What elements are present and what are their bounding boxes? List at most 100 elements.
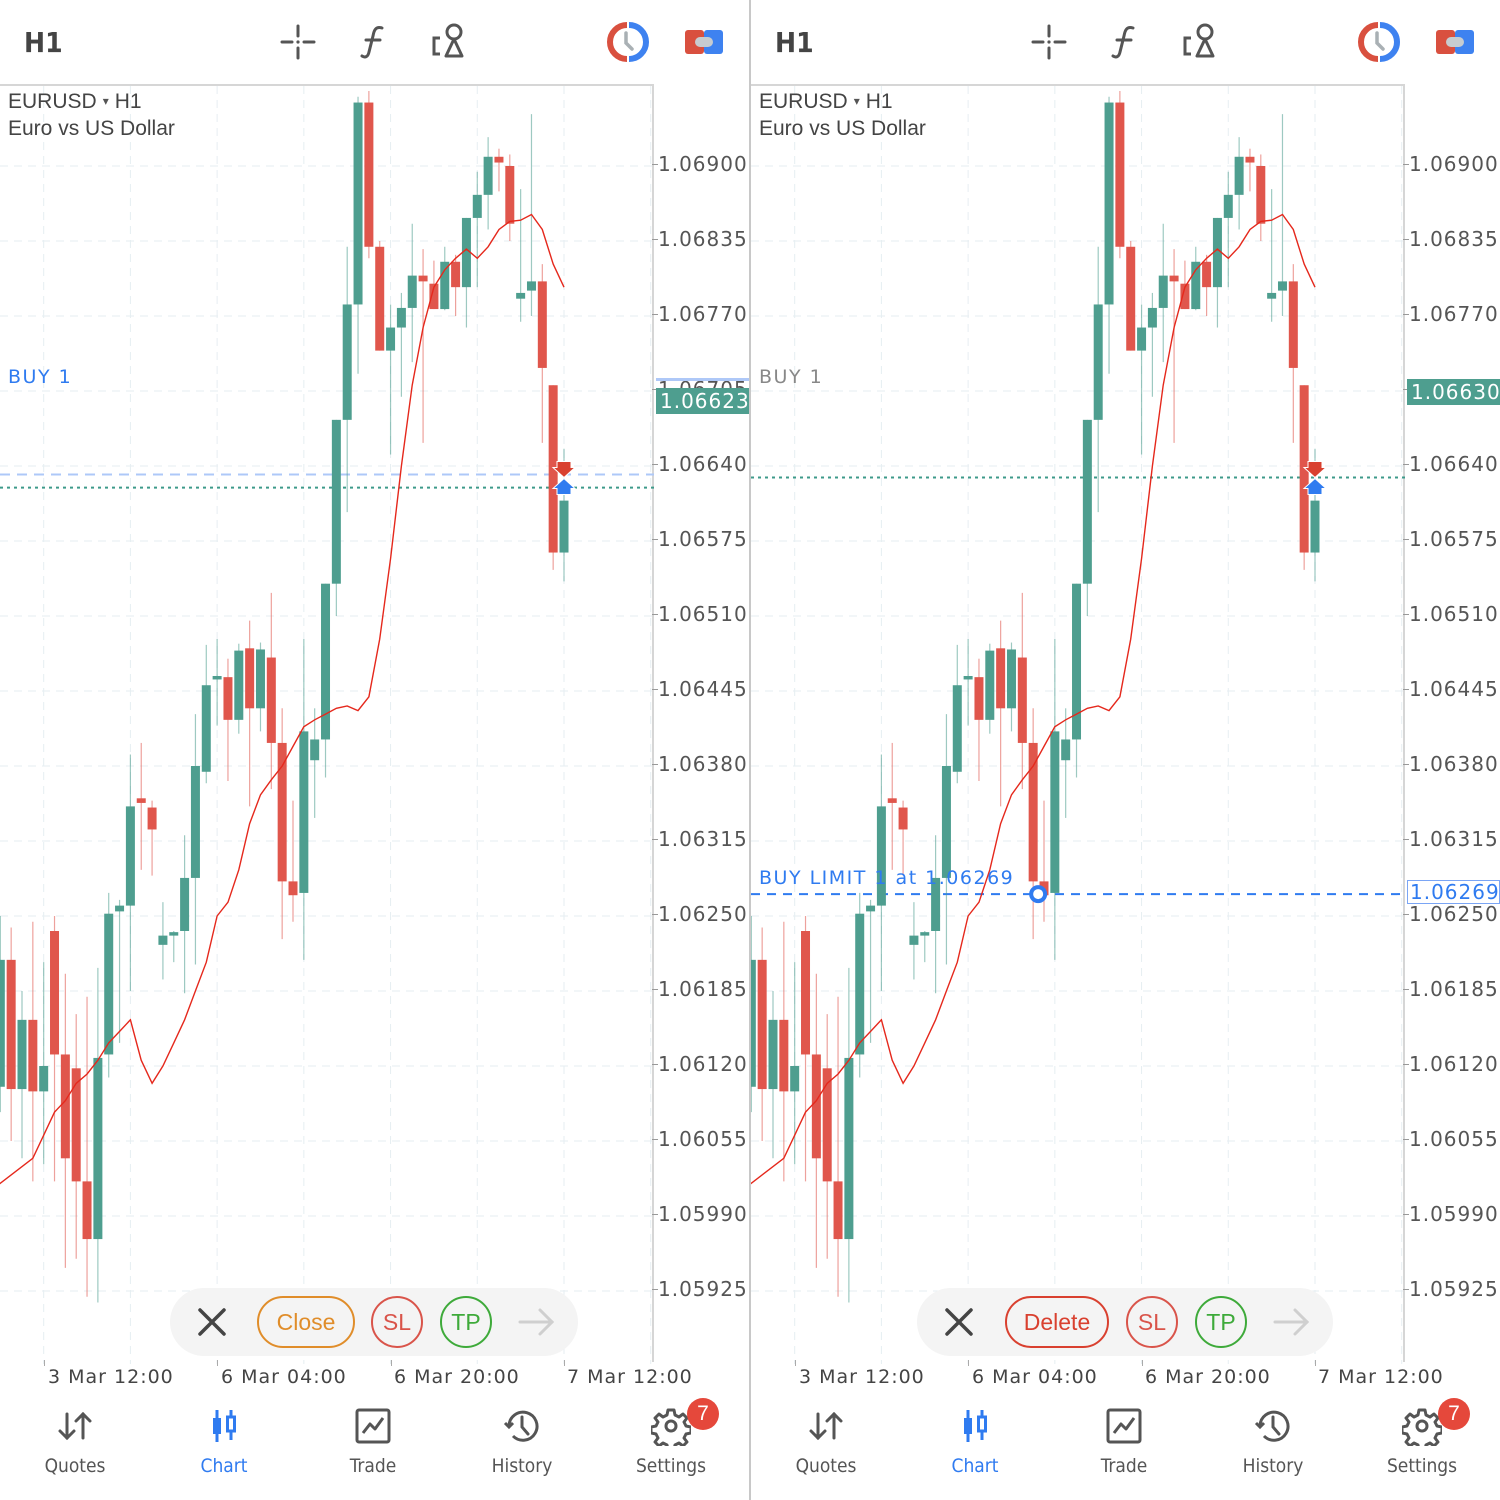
timeframe-button[interactable]: H1 xyxy=(24,26,63,59)
bear-candle xyxy=(548,385,558,570)
time-tick-label: 7 Mar 12:00 xyxy=(1318,1366,1444,1388)
price-axis[interactable] xyxy=(1406,84,1500,1362)
bull-candle xyxy=(17,991,27,1159)
symbol-selector[interactable]: EURUSD ▾ H1 xyxy=(759,90,893,114)
bear-candle xyxy=(245,620,255,807)
crosshair-icon[interactable] xyxy=(276,20,320,64)
nav-tab-label: Quotes xyxy=(795,1455,857,1477)
indicators-f-icon[interactable] xyxy=(352,20,396,64)
nav-tab-label: Quotes xyxy=(44,1455,106,1477)
nav-tab-trade[interactable]: Trade xyxy=(303,1394,443,1494)
objects-icon[interactable] xyxy=(1179,20,1223,64)
close-position-button[interactable]: Close xyxy=(257,1296,355,1348)
chart-window-icon[interactable] xyxy=(1433,20,1477,64)
price-tick-label: 1.06510 xyxy=(1409,602,1499,626)
nav-tab-chart[interactable]: Chart xyxy=(905,1394,1045,1494)
price-tick-mark xyxy=(1403,1214,1409,1215)
price-tick-mark xyxy=(1403,1064,1409,1065)
bear-candle xyxy=(429,260,439,310)
pending-order-label[interactable]: BUY LIMIT 1 at 1.06269 xyxy=(759,867,1014,889)
price-tick-mark xyxy=(652,764,658,765)
close-action-bar-button[interactable] xyxy=(935,1298,983,1346)
bull-candle xyxy=(516,189,526,322)
bottom-navigation: Quotes Chart Trade History Settings 7 xyxy=(0,1394,749,1500)
candle-body xyxy=(855,913,865,1055)
nav-tab-label: History xyxy=(1242,1455,1304,1477)
next-arrow-button[interactable] xyxy=(1267,1298,1315,1346)
dropdown-arrow-icon: ▾ xyxy=(102,94,109,108)
time-tick-label: 6 Mar 04:00 xyxy=(221,1366,347,1388)
bear-candle xyxy=(60,973,70,1268)
position-label[interactable]: BUY 1 xyxy=(8,366,72,388)
bull-candle xyxy=(212,639,222,726)
notification-badge: 7 xyxy=(687,1398,719,1430)
candle-body xyxy=(1169,275,1179,282)
bull-candle xyxy=(866,899,876,1043)
price-tick-label: 1.06055 xyxy=(658,1127,748,1151)
position-label[interactable]: BUY 1 xyxy=(759,366,823,388)
bull-candle xyxy=(768,991,778,1159)
tp-button[interactable]: TP xyxy=(1195,1296,1247,1348)
bull-candle xyxy=(941,714,951,965)
nav-tab-chart[interactable]: Chart xyxy=(154,1394,294,1494)
candle-body xyxy=(974,677,984,720)
candle-body xyxy=(212,676,222,680)
bear-candle xyxy=(136,742,146,870)
position-action-bar: Close SL TP xyxy=(170,1288,578,1356)
price-tick-label: 1.06185 xyxy=(1409,977,1499,1001)
candle-body xyxy=(50,931,60,1055)
time-tick-mark xyxy=(1142,1360,1143,1366)
nav-tab-trade[interactable]: Trade xyxy=(1054,1394,1194,1494)
chart-area[interactable] xyxy=(0,84,654,1364)
one-click-trading-icon[interactable] xyxy=(1357,20,1401,64)
indicators-f-icon[interactable] xyxy=(1103,20,1147,64)
arrow-right-icon xyxy=(1273,1308,1310,1336)
nav-tab-history[interactable]: History xyxy=(1203,1394,1343,1494)
price-tick-label: 1.06055 xyxy=(1409,1127,1499,1151)
nav-tab-label: Trade xyxy=(349,1455,397,1477)
bear-candle xyxy=(974,658,984,781)
bull-candle xyxy=(115,899,125,1043)
one-click-trading-icon[interactable] xyxy=(606,20,650,64)
sl-button[interactable]: SL xyxy=(371,1296,423,1348)
price-tick-label: 1.06900 xyxy=(658,152,748,176)
nav-tab-quotes[interactable]: Quotes xyxy=(756,1394,896,1494)
bull-candle xyxy=(158,902,168,980)
price-tick-label: 1.06120 xyxy=(1409,1052,1499,1076)
delete-order-button[interactable]: Delete xyxy=(1005,1296,1109,1348)
nav-tab-settings[interactable]: Settings 7 xyxy=(601,1394,741,1494)
bear-candle xyxy=(277,708,287,940)
crosshair-icon[interactable] xyxy=(1027,20,1071,64)
bull-candle xyxy=(0,916,5,1113)
chart-area[interactable] xyxy=(751,84,1405,1364)
bear-candle xyxy=(266,592,276,790)
chart-window-icon[interactable] xyxy=(682,20,726,64)
candle-body xyxy=(190,766,200,878)
price-tick-label: 1.06770 xyxy=(658,302,748,326)
price-tick-label: 1.06510 xyxy=(658,602,748,626)
nav-tab-quotes[interactable]: Quotes xyxy=(5,1394,145,1494)
timeframe-button[interactable]: H1 xyxy=(775,26,814,59)
bull-candle xyxy=(931,835,941,994)
tp-button[interactable]: TP xyxy=(440,1296,492,1348)
objects-icon[interactable] xyxy=(428,20,472,64)
candle-body xyxy=(1234,156,1244,195)
bull-candle xyxy=(751,916,756,1113)
close-icon xyxy=(198,1308,226,1336)
bear-candle xyxy=(1256,154,1266,241)
next-arrow-button[interactable] xyxy=(512,1298,560,1346)
nav-tab-settings[interactable]: Settings 7 xyxy=(1352,1394,1492,1494)
bear-candle xyxy=(50,916,60,1182)
price-axis[interactable] xyxy=(655,84,749,1362)
candle-body xyxy=(537,281,547,368)
symbol-selector[interactable]: EURUSD ▾ H1 xyxy=(8,90,142,114)
nav-tab-label: Settings xyxy=(1386,1455,1458,1477)
current-price-tag: 1.06630 xyxy=(1407,378,1500,405)
candle-body xyxy=(920,932,930,936)
nav-tab-history[interactable]: History xyxy=(452,1394,592,1494)
candle-body xyxy=(342,304,352,420)
bull-candle xyxy=(353,96,363,374)
sl-button[interactable]: SL xyxy=(1126,1296,1178,1348)
bear-candle xyxy=(1245,148,1255,192)
close-action-bar-button[interactable] xyxy=(188,1298,236,1346)
